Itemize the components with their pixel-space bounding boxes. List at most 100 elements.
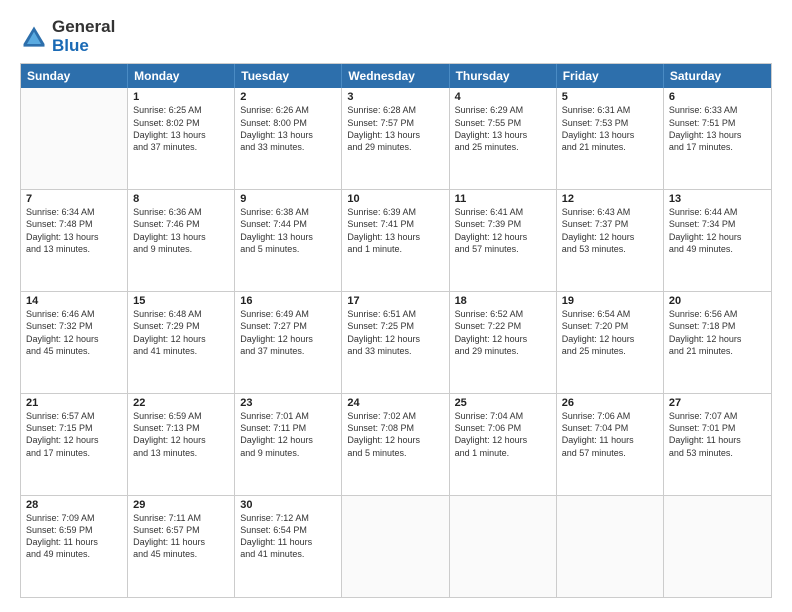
cell-info: Sunrise: 6:48 AMSunset: 7:29 PMDaylight:… bbox=[133, 308, 229, 357]
calendar-cell bbox=[342, 496, 449, 597]
calendar-cell: 15Sunrise: 6:48 AMSunset: 7:29 PMDayligh… bbox=[128, 292, 235, 393]
cell-info: Sunrise: 7:09 AMSunset: 6:59 PMDaylight:… bbox=[26, 512, 122, 561]
calendar-cell: 20Sunrise: 6:56 AMSunset: 7:18 PMDayligh… bbox=[664, 292, 771, 393]
cell-info: Sunrise: 7:02 AMSunset: 7:08 PMDaylight:… bbox=[347, 410, 443, 459]
day-number: 13 bbox=[669, 193, 766, 205]
calendar-body: 1Sunrise: 6:25 AMSunset: 8:02 PMDaylight… bbox=[21, 88, 771, 597]
header-cell-friday: Friday bbox=[557, 64, 664, 88]
day-number: 8 bbox=[133, 193, 229, 205]
cell-info: Sunrise: 6:49 AMSunset: 7:27 PMDaylight:… bbox=[240, 308, 336, 357]
calendar-cell: 9Sunrise: 6:38 AMSunset: 7:44 PMDaylight… bbox=[235, 190, 342, 291]
calendar-cell: 5Sunrise: 6:31 AMSunset: 7:53 PMDaylight… bbox=[557, 88, 664, 189]
cell-info: Sunrise: 7:06 AMSunset: 7:04 PMDaylight:… bbox=[562, 410, 658, 459]
header-cell-thursday: Thursday bbox=[450, 64, 557, 88]
header-cell-monday: Monday bbox=[128, 64, 235, 88]
calendar-cell: 6Sunrise: 6:33 AMSunset: 7:51 PMDaylight… bbox=[664, 88, 771, 189]
calendar-cell: 24Sunrise: 7:02 AMSunset: 7:08 PMDayligh… bbox=[342, 394, 449, 495]
cell-info: Sunrise: 6:46 AMSunset: 7:32 PMDaylight:… bbox=[26, 308, 122, 357]
calendar-cell: 7Sunrise: 6:34 AMSunset: 7:48 PMDaylight… bbox=[21, 190, 128, 291]
day-number: 4 bbox=[455, 91, 551, 103]
header: GeneralBlue bbox=[20, 18, 772, 55]
cell-info: Sunrise: 6:25 AMSunset: 8:02 PMDaylight:… bbox=[133, 104, 229, 153]
calendar-cell: 23Sunrise: 7:01 AMSunset: 7:11 PMDayligh… bbox=[235, 394, 342, 495]
day-number: 24 bbox=[347, 397, 443, 409]
calendar-row-3: 21Sunrise: 6:57 AMSunset: 7:15 PMDayligh… bbox=[21, 393, 771, 495]
day-number: 29 bbox=[133, 499, 229, 511]
calendar-cell: 21Sunrise: 6:57 AMSunset: 7:15 PMDayligh… bbox=[21, 394, 128, 495]
calendar-cell bbox=[664, 496, 771, 597]
day-number: 16 bbox=[240, 295, 336, 307]
cell-info: Sunrise: 6:28 AMSunset: 7:57 PMDaylight:… bbox=[347, 104, 443, 153]
calendar-cell: 14Sunrise: 6:46 AMSunset: 7:32 PMDayligh… bbox=[21, 292, 128, 393]
calendar-cell bbox=[21, 88, 128, 189]
day-number: 25 bbox=[455, 397, 551, 409]
calendar-cell: 12Sunrise: 6:43 AMSunset: 7:37 PMDayligh… bbox=[557, 190, 664, 291]
cell-info: Sunrise: 6:43 AMSunset: 7:37 PMDaylight:… bbox=[562, 206, 658, 255]
calendar-cell: 1Sunrise: 6:25 AMSunset: 8:02 PMDaylight… bbox=[128, 88, 235, 189]
cell-info: Sunrise: 7:04 AMSunset: 7:06 PMDaylight:… bbox=[455, 410, 551, 459]
cell-info: Sunrise: 6:29 AMSunset: 7:55 PMDaylight:… bbox=[455, 104, 551, 153]
day-number: 30 bbox=[240, 499, 336, 511]
day-number: 7 bbox=[26, 193, 122, 205]
calendar-cell bbox=[450, 496, 557, 597]
cell-info: Sunrise: 6:26 AMSunset: 8:00 PMDaylight:… bbox=[240, 104, 336, 153]
day-number: 19 bbox=[562, 295, 658, 307]
calendar-cell: 8Sunrise: 6:36 AMSunset: 7:46 PMDaylight… bbox=[128, 190, 235, 291]
page: GeneralBlue SundayMondayTuesdayWednesday… bbox=[0, 0, 792, 612]
header-cell-sunday: Sunday bbox=[21, 64, 128, 88]
calendar-cell: 11Sunrise: 6:41 AMSunset: 7:39 PMDayligh… bbox=[450, 190, 557, 291]
calendar-cell: 3Sunrise: 6:28 AMSunset: 7:57 PMDaylight… bbox=[342, 88, 449, 189]
cell-info: Sunrise: 6:52 AMSunset: 7:22 PMDaylight:… bbox=[455, 308, 551, 357]
calendar-cell: 30Sunrise: 7:12 AMSunset: 6:54 PMDayligh… bbox=[235, 496, 342, 597]
calendar-cell: 2Sunrise: 6:26 AMSunset: 8:00 PMDaylight… bbox=[235, 88, 342, 189]
header-cell-tuesday: Tuesday bbox=[235, 64, 342, 88]
day-number: 2 bbox=[240, 91, 336, 103]
calendar-row-4: 28Sunrise: 7:09 AMSunset: 6:59 PMDayligh… bbox=[21, 495, 771, 597]
cell-info: Sunrise: 6:34 AMSunset: 7:48 PMDaylight:… bbox=[26, 206, 122, 255]
logo: GeneralBlue bbox=[20, 18, 115, 55]
header-cell-wednesday: Wednesday bbox=[342, 64, 449, 88]
calendar: SundayMondayTuesdayWednesdayThursdayFrid… bbox=[20, 63, 772, 598]
day-number: 9 bbox=[240, 193, 336, 205]
day-number: 5 bbox=[562, 91, 658, 103]
header-cell-saturday: Saturday bbox=[664, 64, 771, 88]
cell-info: Sunrise: 7:01 AMSunset: 7:11 PMDaylight:… bbox=[240, 410, 336, 459]
cell-info: Sunrise: 6:44 AMSunset: 7:34 PMDaylight:… bbox=[669, 206, 766, 255]
day-number: 10 bbox=[347, 193, 443, 205]
cell-info: Sunrise: 7:12 AMSunset: 6:54 PMDaylight:… bbox=[240, 512, 336, 561]
calendar-row-1: 7Sunrise: 6:34 AMSunset: 7:48 PMDaylight… bbox=[21, 189, 771, 291]
cell-info: Sunrise: 6:39 AMSunset: 7:41 PMDaylight:… bbox=[347, 206, 443, 255]
day-number: 3 bbox=[347, 91, 443, 103]
cell-info: Sunrise: 6:57 AMSunset: 7:15 PMDaylight:… bbox=[26, 410, 122, 459]
cell-info: Sunrise: 6:54 AMSunset: 7:20 PMDaylight:… bbox=[562, 308, 658, 357]
day-number: 11 bbox=[455, 193, 551, 205]
day-number: 6 bbox=[669, 91, 766, 103]
calendar-cell: 28Sunrise: 7:09 AMSunset: 6:59 PMDayligh… bbox=[21, 496, 128, 597]
calendar-cell: 26Sunrise: 7:06 AMSunset: 7:04 PMDayligh… bbox=[557, 394, 664, 495]
calendar-cell: 29Sunrise: 7:11 AMSunset: 6:57 PMDayligh… bbox=[128, 496, 235, 597]
day-number: 21 bbox=[26, 397, 122, 409]
day-number: 14 bbox=[26, 295, 122, 307]
calendar-row-2: 14Sunrise: 6:46 AMSunset: 7:32 PMDayligh… bbox=[21, 291, 771, 393]
day-number: 18 bbox=[455, 295, 551, 307]
logo-icon bbox=[20, 23, 48, 51]
calendar-row-0: 1Sunrise: 6:25 AMSunset: 8:02 PMDaylight… bbox=[21, 88, 771, 189]
calendar-cell: 17Sunrise: 6:51 AMSunset: 7:25 PMDayligh… bbox=[342, 292, 449, 393]
day-number: 22 bbox=[133, 397, 229, 409]
cell-info: Sunrise: 6:59 AMSunset: 7:13 PMDaylight:… bbox=[133, 410, 229, 459]
cell-info: Sunrise: 6:56 AMSunset: 7:18 PMDaylight:… bbox=[669, 308, 766, 357]
cell-info: Sunrise: 6:33 AMSunset: 7:51 PMDaylight:… bbox=[669, 104, 766, 153]
calendar-cell: 16Sunrise: 6:49 AMSunset: 7:27 PMDayligh… bbox=[235, 292, 342, 393]
day-number: 17 bbox=[347, 295, 443, 307]
cell-info: Sunrise: 6:51 AMSunset: 7:25 PMDaylight:… bbox=[347, 308, 443, 357]
calendar-cell: 4Sunrise: 6:29 AMSunset: 7:55 PMDaylight… bbox=[450, 88, 557, 189]
cell-info: Sunrise: 6:41 AMSunset: 7:39 PMDaylight:… bbox=[455, 206, 551, 255]
calendar-cell: 27Sunrise: 7:07 AMSunset: 7:01 PMDayligh… bbox=[664, 394, 771, 495]
cell-info: Sunrise: 6:36 AMSunset: 7:46 PMDaylight:… bbox=[133, 206, 229, 255]
day-number: 23 bbox=[240, 397, 336, 409]
calendar-header: SundayMondayTuesdayWednesdayThursdayFrid… bbox=[21, 64, 771, 88]
calendar-cell: 22Sunrise: 6:59 AMSunset: 7:13 PMDayligh… bbox=[128, 394, 235, 495]
day-number: 27 bbox=[669, 397, 766, 409]
calendar-cell: 10Sunrise: 6:39 AMSunset: 7:41 PMDayligh… bbox=[342, 190, 449, 291]
calendar-cell: 19Sunrise: 6:54 AMSunset: 7:20 PMDayligh… bbox=[557, 292, 664, 393]
